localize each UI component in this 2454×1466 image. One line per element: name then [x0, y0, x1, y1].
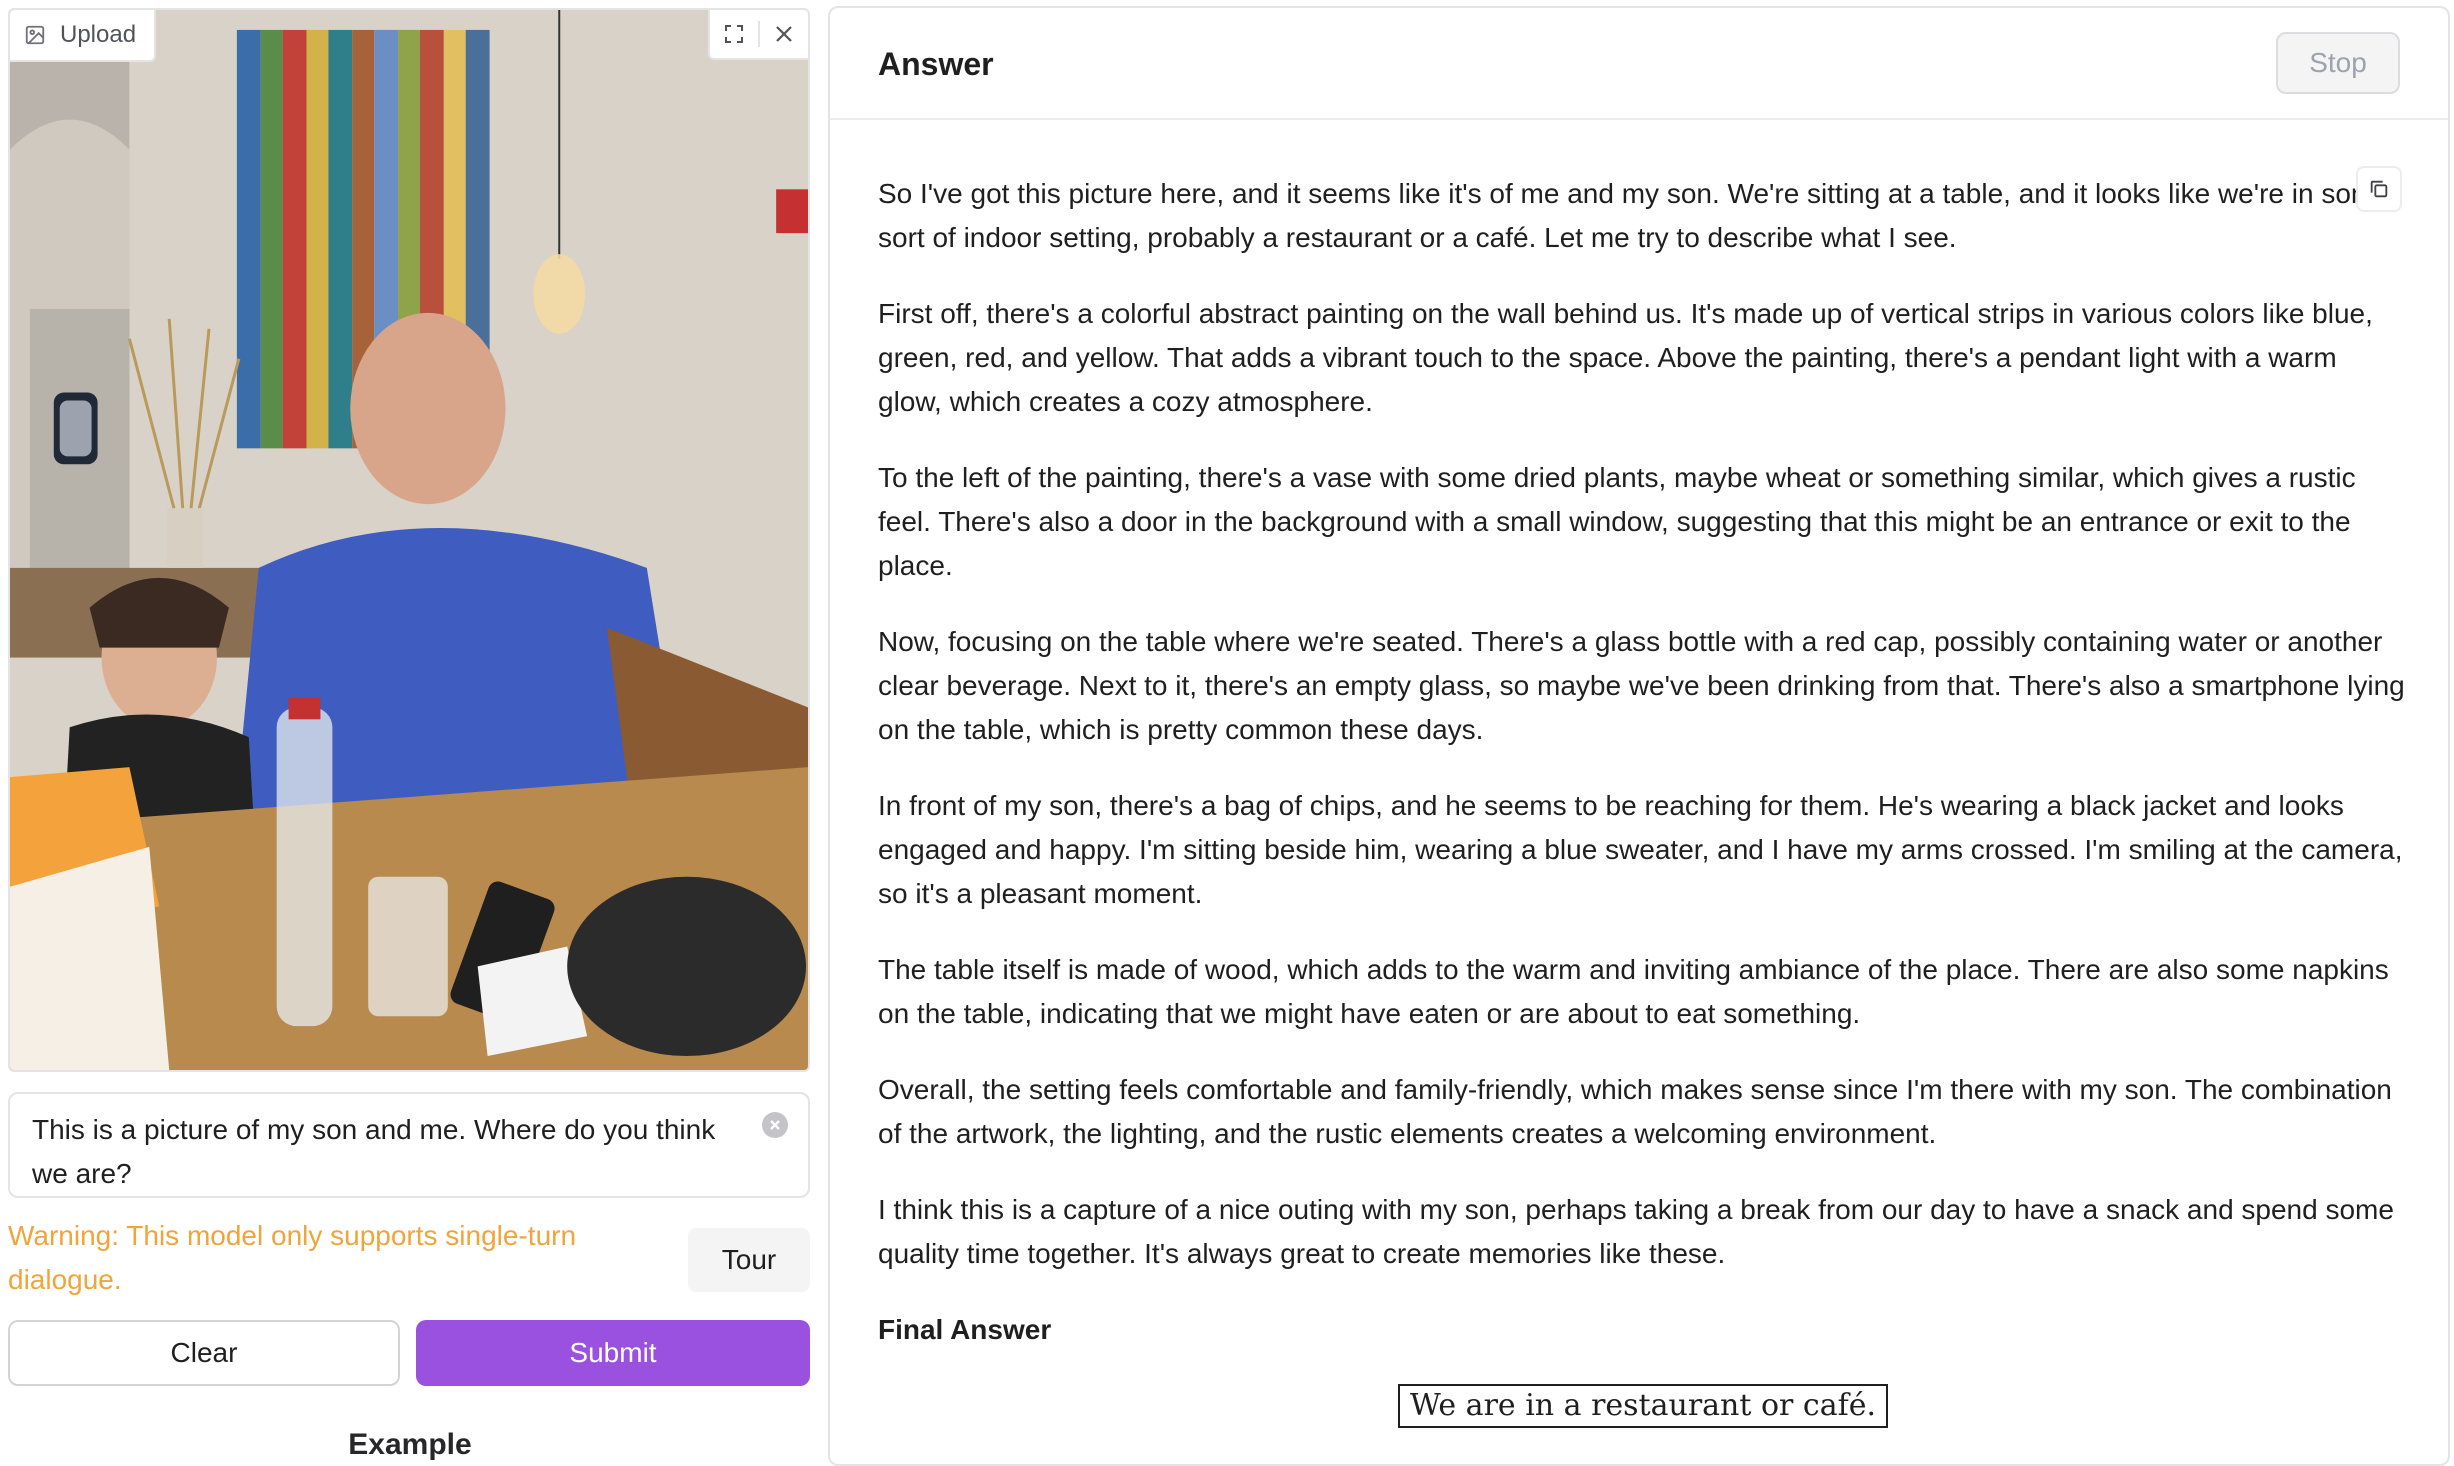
answer-paragraph: I think this is a capture of a nice outi… [878, 1194, 2394, 1269]
stop-button[interactable]: Stop [2276, 32, 2400, 94]
answer-paragraph: The table itself is made of wood, which … [878, 954, 2389, 1029]
image-icon [25, 25, 45, 45]
fullscreen-icon [725, 25, 743, 43]
upload-button[interactable]: Upload [10, 10, 157, 62]
answer-paragraph: First off, there's a colorful abstract p… [878, 298, 2373, 417]
final-answer-box: We are in a restaurant or café. [1398, 1384, 1888, 1428]
answer-paragraph: In front of my son, there's a bag of chi… [878, 790, 2403, 909]
answer-paragraph: Overall, the setting feels comfortable a… [878, 1074, 2392, 1149]
prompt-input[interactable]: This is a picture of my son and me. Wher… [8, 1092, 810, 1198]
fullscreen-button[interactable] [710, 10, 758, 58]
answer-paragraph: Now, focusing on the table where we're s… [878, 626, 2405, 745]
input-panel: Upload This is a picture of my son and m… [0, 0, 820, 1461]
warning-text: Warning: This model only supports single… [8, 1220, 577, 1295]
answer-title: Answer [878, 46, 994, 82]
image-toolbar [708, 10, 808, 60]
answer-panel: Answer Stop So I've got this picture her… [828, 6, 2450, 1466]
clear-icon [770, 1120, 780, 1130]
clear-button[interactable]: Clear [8, 1320, 400, 1386]
submit-button[interactable]: Submit [416, 1320, 810, 1386]
uploaded-photo [10, 10, 808, 1070]
tour-button[interactable]: Tour [688, 1228, 810, 1292]
example-heading: Example [348, 1428, 472, 1461]
answer-text: So I've got this picture here, and it se… [878, 172, 2408, 1428]
image-input[interactable]: Upload [8, 8, 810, 1072]
answer-paragraph: So I've got this picture here, and it se… [878, 178, 2390, 253]
final-answer-heading: Final Answer [878, 1314, 1052, 1345]
remove-image-button[interactable] [760, 10, 808, 58]
upload-label: Upload [60, 21, 137, 48]
copy-button[interactable] [2356, 166, 2402, 212]
close-icon [776, 26, 792, 42]
clear-input-button[interactable] [762, 1112, 788, 1138]
answer-paragraph: To the left of the painting, there's a v… [878, 462, 2356, 581]
answer-header: Answer Stop [830, 8, 2448, 120]
copy-icon [2370, 180, 2388, 198]
prompt-text: This is a picture of my son and me. Wher… [32, 1114, 716, 1189]
